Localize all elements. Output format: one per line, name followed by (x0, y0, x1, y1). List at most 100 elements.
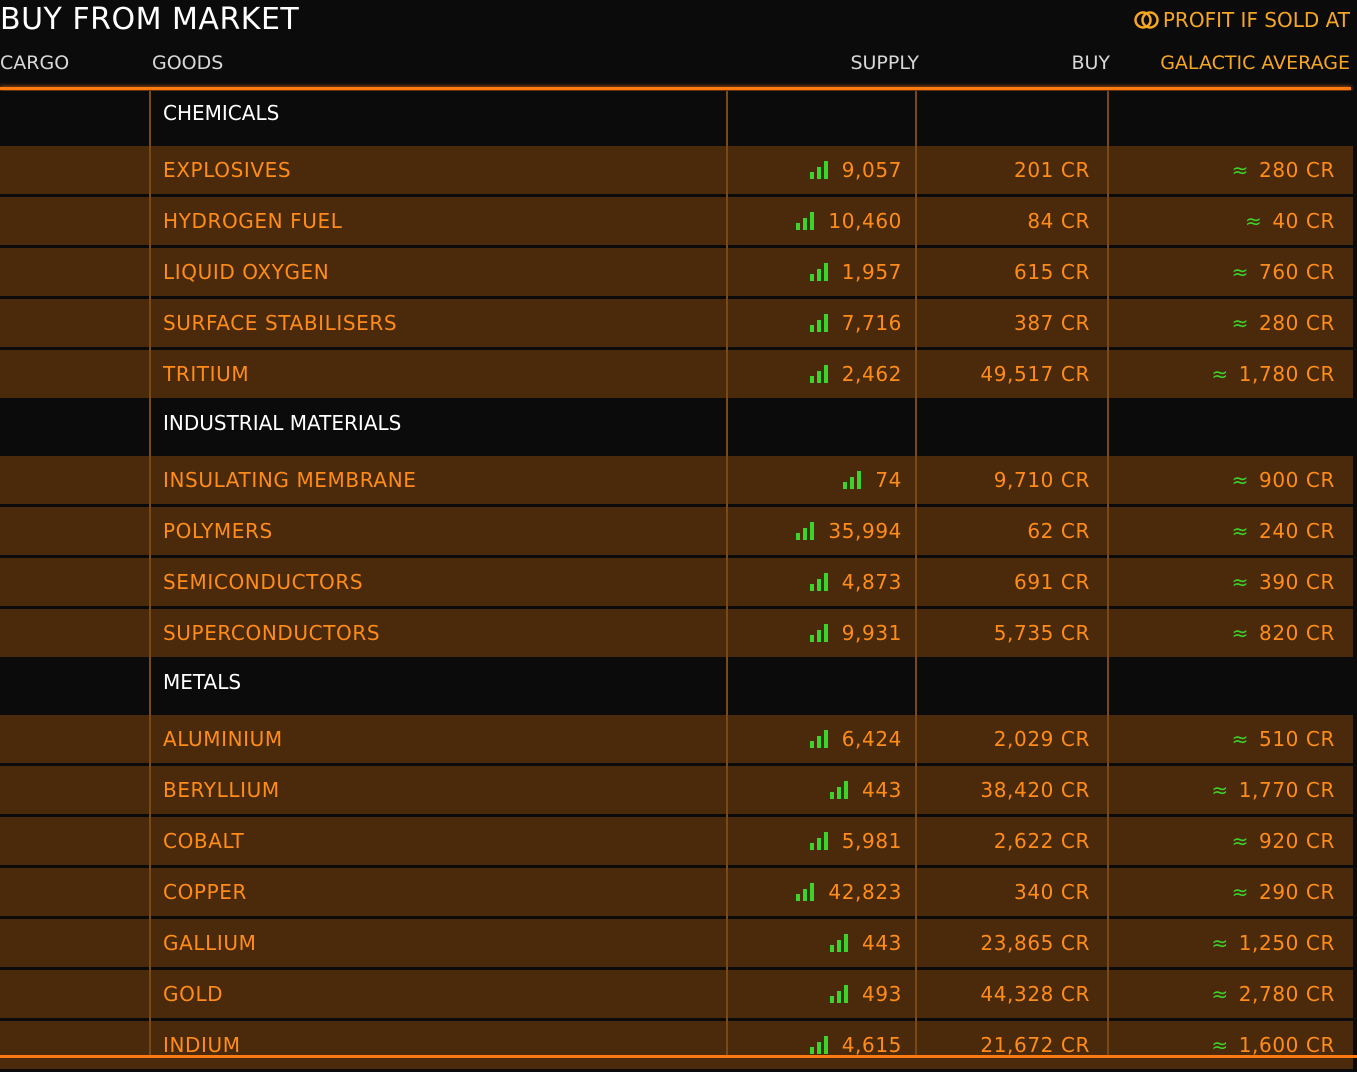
galactic-average-cell: ≈510 CR (1109, 715, 1335, 763)
commodity-row[interactable]: COPPER 42,823 340 CR ≈290 CR (0, 868, 1353, 916)
column-divider (1107, 91, 1109, 1058)
supply-bars-icon (809, 365, 828, 383)
commodity-row[interactable]: SUPERCONDUCTORS 9,931 5,735 CR ≈820 CR (0, 609, 1353, 657)
supply-bars-icon (809, 263, 828, 281)
commodity-row[interactable]: EXPLOSIVES 9,057 201 CR ≈280 CR (0, 146, 1353, 194)
galactic-average-cell: ≈390 CR (1109, 558, 1335, 606)
column-header-goods[interactable]: GOODS (152, 52, 223, 74)
approx-symbol: ≈ (1231, 727, 1249, 751)
column-divider (149, 91, 151, 1058)
column-header-cargo[interactable]: CARGO (0, 52, 69, 74)
commodity-row[interactable]: GALLIUM 443 23,865 CR ≈1,250 CR (0, 919, 1353, 967)
category-label: METALS (163, 670, 242, 694)
commodity-row[interactable]: SURFACE STABILISERS 7,716 387 CR ≈280 CR (0, 299, 1353, 347)
supply-value: 1,957 (841, 260, 902, 284)
supply-value: 2,462 (841, 362, 902, 386)
galactic-average-cell: ≈290 CR (1109, 868, 1335, 916)
supply-value: 443 (862, 931, 902, 955)
supply-cell: 4,873 (728, 558, 902, 606)
galactic-average-value: 280 CR (1259, 158, 1335, 182)
commodity-row[interactable]: HYDROGEN FUEL 10,460 84 CR ≈40 CR (0, 197, 1353, 245)
supply-value: 493 (862, 982, 902, 1006)
galactic-average-value: 1,600 CR (1238, 1033, 1335, 1057)
commodity-name: COBALT (163, 829, 245, 853)
supply-cell: 9,057 (728, 146, 902, 194)
buy-price: 49,517 CR (980, 362, 1090, 386)
commodity-row[interactable]: LIQUID OXYGEN 1,957 615 CR ≈760 CR (0, 248, 1353, 296)
profit-label: PROFIT IF SOLD AT (1162, 8, 1350, 32)
approx-symbol: ≈ (1211, 362, 1229, 386)
galactic-average-cell: ≈280 CR (1109, 299, 1335, 347)
galactic-average-value: 390 CR (1259, 570, 1335, 594)
supply-bars-icon (796, 522, 815, 540)
buy-price: 21,672 CR (980, 1033, 1090, 1057)
supply-bars-icon (809, 161, 828, 179)
commodity-row[interactable]: INDIUM 4,615 21,672 CR ≈1,600 CR (0, 1021, 1353, 1069)
supply-value: 6,424 (841, 727, 902, 751)
approx-symbol: ≈ (1231, 468, 1249, 492)
commodity-name: SUPERCONDUCTORS (163, 621, 381, 645)
supply-cell: 443 (728, 919, 902, 967)
column-divider (915, 91, 917, 1058)
buy-price: 62 CR (1027, 519, 1090, 543)
galactic-average-value: 760 CR (1259, 260, 1335, 284)
category-label: CHEMICALS (163, 101, 280, 125)
commodity-name: BERYLLIUM (163, 778, 280, 802)
category-row: METALS (0, 660, 1353, 715)
supply-value: 4,615 (841, 1033, 902, 1057)
approx-symbol: ≈ (1231, 260, 1249, 284)
galactic-average-value: 920 CR (1259, 829, 1335, 853)
market-table: CHEMICALS EXPLOSIVES 9,057 201 CR ≈280 CR HYD… (0, 91, 1353, 1072)
category-row: CHEMICALS (0, 91, 1353, 146)
buy-price: 38,420 CR (980, 778, 1090, 802)
commodity-row[interactable]: POLYMERS 35,994 62 CR ≈240 CR (0, 507, 1353, 555)
commodity-name: EXPLOSIVES (163, 158, 292, 182)
supply-bars-icon (830, 781, 849, 799)
commodity-row[interactable]: BERYLLIUM 443 38,420 CR ≈1,770 CR (0, 766, 1353, 814)
approx-symbol: ≈ (1211, 982, 1229, 1006)
galactic-average-cell: ≈240 CR (1109, 507, 1335, 555)
supply-value: 9,057 (841, 158, 902, 182)
buy-price: 691 CR (1014, 570, 1090, 594)
commodity-row[interactable]: GOLD 493 44,328 CR ≈2,780 CR (0, 970, 1353, 1018)
supply-bars-icon (809, 624, 828, 642)
commodity-row[interactable]: SEMICONDUCTORS 4,873 691 CR ≈390 CR (0, 558, 1353, 606)
supply-cell: 35,994 (728, 507, 902, 555)
supply-cell: 74 (728, 456, 902, 504)
supply-bars-icon (809, 573, 828, 591)
supply-value: 10,460 (828, 209, 902, 233)
buy-price: 23,865 CR (980, 931, 1090, 955)
supply-value: 443 (862, 778, 902, 802)
commodity-name: COPPER (163, 880, 247, 904)
approx-symbol: ≈ (1231, 158, 1249, 182)
supply-cell: 6,424 (728, 715, 902, 763)
commodity-row[interactable]: INSULATING MEMBRANE 74 9,710 CR ≈900 CR (0, 456, 1353, 504)
commodity-name: SURFACE STABILISERS (163, 311, 398, 335)
supply-bars-icon (809, 1036, 828, 1054)
commodity-name: INDIUM (163, 1033, 241, 1057)
commodity-row[interactable]: TRITIUM 2,462 49,517 CR ≈1,780 CR (0, 350, 1353, 398)
supply-value: 4,873 (841, 570, 902, 594)
column-header-galactic-average[interactable]: GALACTIC AVERAGE (1160, 52, 1350, 74)
supply-bars-icon (809, 730, 828, 748)
commodity-name: HYDROGEN FUEL (163, 209, 343, 233)
galactic-average-cell: ≈760 CR (1109, 248, 1335, 296)
commodity-name: ALUMINIUM (163, 727, 283, 751)
header-bar: BUY FROM MARKET PROFIT IF SOLD AT (0, 0, 1357, 44)
supply-value: 7,716 (841, 311, 902, 335)
galactic-average-cell: ≈40 CR (1109, 197, 1335, 245)
commodity-row[interactable]: COBALT 5,981 2,622 CR ≈920 CR (0, 817, 1353, 865)
supply-bars-icon (843, 471, 862, 489)
supply-value: 5,981 (841, 829, 902, 853)
column-headers: CARGO GOODS SUPPLY BUY GALACTIC AVERAGE (0, 52, 1357, 80)
supply-bars-icon (796, 883, 815, 901)
column-header-buy[interactable]: BUY (1071, 52, 1110, 74)
buy-price: 201 CR (1014, 158, 1090, 182)
commodity-row[interactable]: ALUMINIUM 6,424 2,029 CR ≈510 CR (0, 715, 1353, 763)
galactic-average-value: 40 CR (1272, 209, 1335, 233)
profit-toggle[interactable]: PROFIT IF SOLD AT (1133, 8, 1350, 32)
supply-value: 35,994 (828, 519, 902, 543)
column-header-supply[interactable]: SUPPLY (850, 52, 919, 74)
buy-price: 387 CR (1014, 311, 1090, 335)
buy-price: 9,710 CR (993, 468, 1090, 492)
